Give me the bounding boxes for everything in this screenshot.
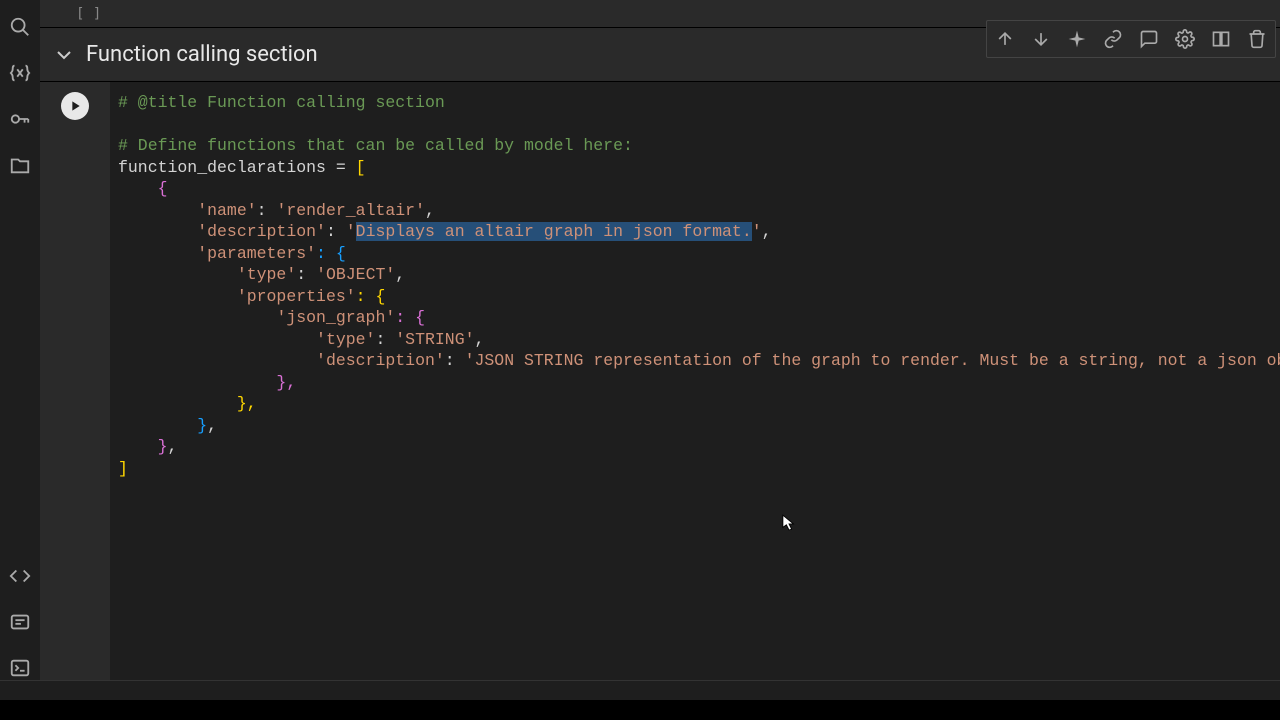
code-token: 'description' — [197, 222, 326, 241]
search-icon[interactable] — [8, 15, 32, 39]
code-token: : { — [356, 287, 386, 306]
code-token: 'type' — [316, 330, 375, 349]
delete-button[interactable] — [1239, 21, 1275, 57]
code-editor[interactable]: # @title Function calling section # Defi… — [110, 82, 1280, 686]
terminal-icon[interactable] — [8, 656, 32, 680]
code-token — [118, 330, 316, 349]
command-palette-icon[interactable] — [8, 610, 32, 634]
code-token — [118, 201, 197, 220]
comment-button[interactable] — [1131, 21, 1167, 57]
left-sidebar — [0, 0, 40, 700]
code-token: } — [118, 416, 207, 435]
sparkle-button[interactable] — [1059, 21, 1095, 57]
code-token — [118, 351, 316, 370]
sidebar-bottom — [0, 564, 40, 680]
code-token: 'JSON STRING representation of the graph… — [465, 351, 1280, 370]
code-snippet-icon[interactable] — [8, 564, 32, 588]
code-token: , — [207, 416, 217, 435]
code-token: : { — [395, 308, 425, 327]
mirror-button[interactable] — [1203, 21, 1239, 57]
code-token: 'parameters' — [197, 244, 316, 263]
code-token: , — [475, 330, 485, 349]
secrets-icon[interactable] — [8, 107, 32, 131]
code-token: 'properties' — [237, 287, 356, 306]
code-token — [118, 308, 276, 327]
code-token: = — [336, 158, 346, 177]
files-icon[interactable] — [8, 153, 32, 177]
code-token: } — [118, 437, 168, 456]
code-cell: # @title Function calling section # Defi… — [40, 82, 1280, 686]
move-up-button[interactable] — [987, 21, 1023, 57]
chevron-down-icon[interactable] — [52, 43, 76, 67]
code-line: # Define functions that can be called by… — [118, 136, 633, 155]
code-token: 'render_altair' — [276, 201, 425, 220]
code-token: 'description' — [316, 351, 445, 370]
cell-toolbar — [986, 20, 1276, 58]
code-token: : { — [316, 244, 346, 263]
code-token: 'OBJECT' — [316, 265, 395, 284]
code-token: 'json_graph' — [276, 308, 395, 327]
code-token — [118, 222, 197, 241]
code-token: : — [445, 351, 465, 370]
code-token: , — [395, 265, 405, 284]
code-token: function_declarations — [118, 158, 336, 177]
code-token: , — [425, 201, 435, 220]
code-token — [118, 287, 237, 306]
move-down-button[interactable] — [1023, 21, 1059, 57]
code-token: , — [168, 437, 178, 456]
code-token: 'type' — [237, 265, 296, 284]
code-token: 'name' — [197, 201, 256, 220]
code-token: : — [326, 222, 346, 241]
code-token: 'STRING' — [395, 330, 474, 349]
code-token: , — [762, 222, 772, 241]
code-token: [ — [346, 158, 366, 177]
footer-bar — [0, 680, 1280, 700]
code-selection: Displays an altair graph in json format. — [356, 222, 752, 241]
code-token: { — [118, 179, 168, 198]
mouse-cursor-icon — [782, 513, 796, 533]
main-area: [ ] Function calling section — [40, 0, 1280, 700]
settings-button[interactable] — [1167, 21, 1203, 57]
section-title: Function calling section — [86, 42, 318, 67]
code-token: ] — [118, 459, 128, 478]
code-line: # @title Function calling section — [118, 93, 445, 112]
code-token: : — [257, 201, 277, 220]
code-token: : — [375, 330, 395, 349]
code-token: ' — [346, 222, 356, 241]
variables-icon[interactable] — [8, 61, 32, 85]
code-token — [118, 265, 237, 284]
code-token: }, — [118, 373, 296, 392]
cell-gutter — [40, 82, 110, 686]
code-token: ' — [752, 222, 762, 241]
code-token: }, — [118, 394, 257, 413]
run-button[interactable] — [61, 92, 89, 120]
code-token — [118, 244, 197, 263]
code-token: : — [296, 265, 316, 284]
link-button[interactable] — [1095, 21, 1131, 57]
